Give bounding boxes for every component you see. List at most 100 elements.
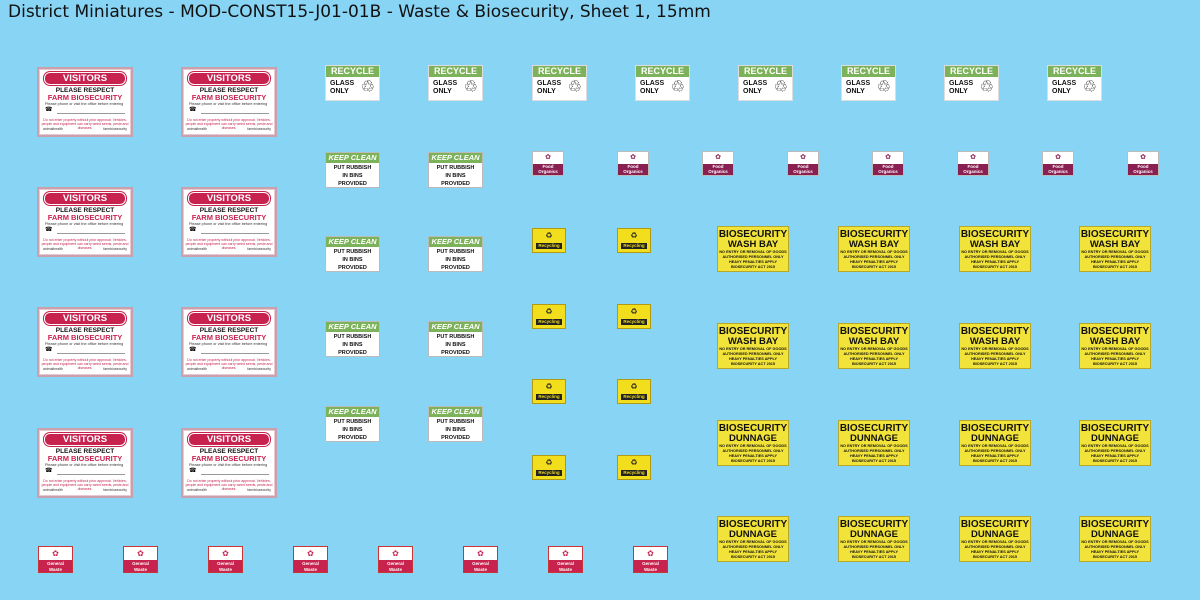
- recycle-text: GLASS ONLY: [537, 80, 561, 96]
- recycle-glass-sign: RECYCLE GLASS ONLY ♲: [635, 65, 690, 101]
- visitors-footer-left: animalhealth: [43, 127, 63, 131]
- recycle-header: RECYCLE: [326, 66, 379, 77]
- food-organics-sign: ✿ Food Organics: [1042, 151, 1074, 176]
- recycle-line1: GLASS: [330, 80, 355, 87]
- phone-icon: ☎: [189, 227, 197, 233]
- recycle-text: GLASS ONLY: [846, 80, 870, 96]
- visitors-footer-right: farmbiosecurity: [103, 247, 127, 251]
- recycle-header: RECYCLE: [636, 66, 689, 77]
- biosecurity-dunnage-sign: BIOSECURITY DUNNAGE NO ENTRY OR REMOVAL …: [1079, 516, 1151, 562]
- recycle-header: RECYCLE: [739, 66, 792, 77]
- visitors-footer: animalhealth farmbiosecurity: [187, 247, 271, 252]
- biosecurity-wash-bay-sign: BIOSECURITY WASH BAY NO ENTRY OR REMOVAL…: [959, 226, 1031, 272]
- food-icon: ✿: [630, 154, 636, 161]
- visitors-footer-right: farmbiosecurity: [247, 488, 271, 492]
- biosecurity-wash-bay-sign: BIOSECURITY WASH BAY NO ENTRY OR REMOVAL…: [838, 226, 910, 272]
- food-line2: Organics: [538, 169, 558, 174]
- recycle-glass-sign: RECYCLE GLASS ONLY ♲: [944, 65, 999, 101]
- dunnage-line6: BIOSECURITY ACT 2015: [730, 459, 776, 463]
- recycle-text: GLASS ONLY: [743, 80, 767, 96]
- recycle-header: RECYCLE: [945, 66, 998, 77]
- biosecurity-dunnage-sign: BIOSECURITY DUNNAGE NO ENTRY OR REMOVAL …: [838, 420, 910, 466]
- recycle-text: GLASS ONLY: [640, 80, 664, 96]
- visitors-footer-left: animalhealth: [43, 488, 63, 492]
- food-organics-sign: ✿ Food Organics: [1127, 151, 1159, 176]
- food-line2: Organics: [1048, 169, 1068, 174]
- keep-line1: PUT RUBBISH: [333, 334, 372, 340]
- dunnage-line6: BIOSECURITY ACT 2015: [1092, 555, 1138, 559]
- keep-clean-sign: KEEP CLEAN PUT RUBBISH IN BINS PROVIDED: [325, 406, 380, 442]
- keep-body: PUT RUBBISH IN BINS PROVIDED: [429, 333, 482, 356]
- washbay-line6: BIOSECURITY ACT 2015: [730, 362, 776, 366]
- recycle-line2: ONLY: [330, 88, 349, 95]
- keep-line2: IN BINS: [445, 173, 466, 179]
- general-icon: ✿: [222, 549, 229, 558]
- recycle-line1: GLASS: [846, 80, 871, 87]
- dunnage-line2: DUNNAGE: [1090, 529, 1140, 540]
- visitors-phone-line: ☎: [189, 468, 269, 475]
- visitors-header: VISITORS: [44, 433, 126, 446]
- keep-line3: PROVIDED: [441, 435, 470, 441]
- recycling-label: Recycling: [536, 470, 562, 476]
- recycling-sign: ♻ Recycling: [532, 455, 566, 480]
- biosecurity-wash-bay-sign: BIOSECURITY WASH BAY NO ENTRY OR REMOVAL…: [717, 226, 789, 272]
- visitors-phone-line: ☎: [45, 227, 125, 234]
- visitors-line3: Please phone or visit the office before …: [45, 222, 124, 226]
- general-icon: ✿: [647, 549, 654, 558]
- phone-icon: ☎: [45, 347, 53, 353]
- recycle-icon: ♲: [463, 79, 478, 96]
- food-label: Food Organics: [533, 164, 563, 175]
- phone-icon: ☎: [45, 107, 53, 113]
- recycle-text: GLASS ONLY: [330, 80, 354, 96]
- general-waste-sign: ✿ General Waste: [293, 546, 328, 573]
- recycling-sign: ♻ Recycling: [617, 455, 651, 480]
- general-label: General Waste: [379, 560, 412, 572]
- dunnage-line2: DUNNAGE: [970, 433, 1020, 444]
- visitors-phone-line: ☎: [45, 347, 125, 354]
- dunnage-line6: BIOSECURITY ACT 2015: [972, 555, 1018, 559]
- recycle-glass-sign: RECYCLE GLASS ONLY ♲: [1047, 65, 1102, 101]
- washbay-line6: BIOSECURITY ACT 2015: [972, 362, 1018, 366]
- washbay-line6: BIOSECURITY ACT 2015: [730, 265, 776, 269]
- dunnage-line2: DUNNAGE: [849, 433, 899, 444]
- washbay-line2: WASH BAY: [1089, 239, 1141, 250]
- food-icon: ✿: [800, 154, 806, 161]
- visitors-sign: VISITORS PLEASE RESPECT FARM BIOSECURITY…: [37, 428, 133, 498]
- visitors-line2: FARM BIOSECURITY: [191, 93, 267, 102]
- food-label: Food Organics: [958, 164, 988, 175]
- visitors-sign: VISITORS PLEASE RESPECT FARM BIOSECURITY…: [37, 307, 133, 377]
- food-organics-sign: ✿ Food Organics: [532, 151, 564, 176]
- visitors-footer-left: animalhealth: [187, 367, 207, 371]
- biosecurity-dunnage-sign: BIOSECURITY DUNNAGE NO ENTRY OR REMOVAL …: [717, 420, 789, 466]
- washbay-line2: WASH BAY: [727, 239, 779, 250]
- keep-clean-sign: KEEP CLEAN PUT RUBBISH IN BINS PROVIDED: [428, 406, 483, 442]
- visitors-sign: VISITORS PLEASE RESPECT FARM BIOSECURITY…: [37, 67, 133, 137]
- food-label: Food Organics: [873, 164, 903, 175]
- recycle-line2: ONLY: [846, 88, 865, 95]
- general-waste-sign: ✿ General Waste: [123, 546, 158, 573]
- keep-line2: IN BINS: [342, 342, 363, 348]
- recycle-text: GLASS ONLY: [1052, 80, 1076, 96]
- visitors-header: VISITORS: [188, 312, 270, 325]
- visitors-line3: Please phone or visit the office before …: [189, 102, 268, 106]
- visitors-footer: animalhealth farmbiosecurity: [43, 367, 127, 372]
- keep-line2: IN BINS: [445, 257, 466, 263]
- general-line2: Waste: [218, 567, 233, 572]
- food-label: Food Organics: [1128, 164, 1158, 175]
- keep-line1: PUT RUBBISH: [436, 334, 475, 340]
- dunnage-line2: DUNNAGE: [728, 529, 778, 540]
- visitors-header: VISITORS: [188, 192, 270, 205]
- keep-line3: PROVIDED: [338, 350, 367, 356]
- recycling-icon: ♻: [630, 307, 638, 316]
- dunnage-line6: BIOSECURITY ACT 2015: [972, 459, 1018, 463]
- visitors-phone-line: ☎: [45, 468, 125, 475]
- keep-clean-sign: KEEP CLEAN PUT RUBBISH IN BINS PROVIDED: [428, 321, 483, 357]
- keep-clean-sign: KEEP CLEAN PUT RUBBISH IN BINS PROVIDED: [428, 152, 483, 188]
- recycling-label: Recycling: [621, 470, 647, 476]
- recycle-text: GLASS ONLY: [949, 80, 973, 96]
- visitors-footer-right: farmbiosecurity: [247, 247, 271, 251]
- recycle-icon: ♲: [670, 79, 685, 96]
- recycle-glass-sign: RECYCLE GLASS ONLY ♲: [325, 65, 380, 101]
- general-line2: Waste: [303, 567, 318, 572]
- visitors-footer: animalhealth farmbiosecurity: [187, 127, 271, 132]
